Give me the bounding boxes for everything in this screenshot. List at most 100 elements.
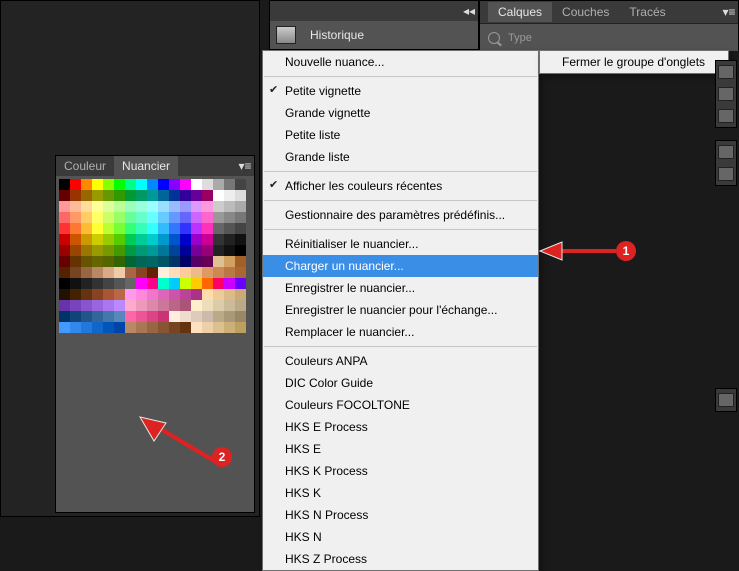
swatch-cell[interactable] xyxy=(103,289,114,300)
swatch-cell[interactable] xyxy=(59,311,70,322)
swatch-cell[interactable] xyxy=(202,201,213,212)
swatch-cell[interactable] xyxy=(114,311,125,322)
menu-replace-swatches[interactable]: Remplacer le nuancier... xyxy=(263,321,538,343)
swatch-cell[interactable] xyxy=(81,234,92,245)
swatch-cell[interactable] xyxy=(103,190,114,201)
swatch-cell[interactable] xyxy=(224,322,235,333)
swatch-cell[interactable] xyxy=(81,322,92,333)
swatch-cell[interactable] xyxy=(180,256,191,267)
swatch-cell[interactable] xyxy=(169,322,180,333)
menu-list-small[interactable]: Petite liste xyxy=(263,124,538,146)
swatch-cell[interactable] xyxy=(59,278,70,289)
swatch-cell[interactable] xyxy=(81,201,92,212)
swatch-cell[interactable] xyxy=(235,267,246,278)
swatch-cell[interactable] xyxy=(59,289,70,300)
swatch-cell[interactable] xyxy=(235,278,246,289)
swatch-cell[interactable] xyxy=(224,278,235,289)
menu-load-swatches[interactable]: Charger un nuancier... xyxy=(263,255,538,277)
swatch-cell[interactable] xyxy=(136,322,147,333)
swatch-cell[interactable] xyxy=(202,289,213,300)
swatch-cell[interactable] xyxy=(147,234,158,245)
swatch-cell[interactable] xyxy=(59,223,70,234)
swatch-cell[interactable] xyxy=(147,201,158,212)
swatch-cell[interactable] xyxy=(224,212,235,223)
swatch-cell[interactable] xyxy=(103,278,114,289)
swatch-cell[interactable] xyxy=(213,322,224,333)
swatch-cell[interactable] xyxy=(202,212,213,223)
swatch-cell[interactable] xyxy=(92,190,103,201)
swatch-cell[interactable] xyxy=(59,190,70,201)
swatch-cell[interactable] xyxy=(191,311,202,322)
swatch-cell[interactable] xyxy=(136,190,147,201)
swatch-cell[interactable] xyxy=(180,234,191,245)
swatch-cell[interactable] xyxy=(70,234,81,245)
swatch-cell[interactable] xyxy=(136,300,147,311)
menu-preset-9[interactable]: HKS Z Process xyxy=(263,548,538,570)
swatch-cell[interactable] xyxy=(147,278,158,289)
swatch-cell[interactable] xyxy=(59,322,70,333)
tab-calques[interactable]: Calques xyxy=(488,2,552,22)
swatch-cell[interactable] xyxy=(180,300,191,311)
swatch-cell[interactable] xyxy=(235,289,246,300)
swatch-cell[interactable] xyxy=(125,245,136,256)
swatch-cell[interactable] xyxy=(125,267,136,278)
swatch-cell[interactable] xyxy=(191,201,202,212)
swatch-cell[interactable] xyxy=(191,278,202,289)
swatch-cell[interactable] xyxy=(169,278,180,289)
menu-preset-3[interactable]: HKS E Process xyxy=(263,416,538,438)
swatch-cell[interactable] xyxy=(224,311,235,322)
swatch-cell[interactable] xyxy=(202,300,213,311)
swatch-cell[interactable] xyxy=(70,256,81,267)
swatch-cell[interactable] xyxy=(180,212,191,223)
swatch-cell[interactable] xyxy=(213,300,224,311)
swatch-cell[interactable] xyxy=(92,278,103,289)
swatch-cell[interactable] xyxy=(136,311,147,322)
swatch-cell[interactable] xyxy=(136,179,147,190)
swatch-cell[interactable] xyxy=(59,267,70,278)
swatch-cell[interactable] xyxy=(70,179,81,190)
swatch-cell[interactable] xyxy=(213,201,224,212)
swatch-cell[interactable] xyxy=(114,289,125,300)
swatch-cell[interactable] xyxy=(224,179,235,190)
swatch-cell[interactable] xyxy=(213,190,224,201)
swatch-cell[interactable] xyxy=(103,212,114,223)
swatch-cell[interactable] xyxy=(235,201,246,212)
swatch-cell[interactable] xyxy=(235,311,246,322)
swatch-cell[interactable] xyxy=(147,256,158,267)
swatch-cell[interactable] xyxy=(114,201,125,212)
swatch-cell[interactable] xyxy=(169,289,180,300)
tab-couleur[interactable]: Couleur xyxy=(56,156,114,176)
swatch-cell[interactable] xyxy=(114,234,125,245)
swatch-cell[interactable] xyxy=(103,234,114,245)
swatch-cell[interactable] xyxy=(70,190,81,201)
swatch-cell[interactable] xyxy=(81,289,92,300)
swatch-cell[interactable] xyxy=(224,267,235,278)
tab-nuancier[interactable]: Nuancier xyxy=(114,156,178,176)
swatch-cell[interactable] xyxy=(213,278,224,289)
swatch-cell[interactable] xyxy=(59,179,70,190)
swatch-cell[interactable] xyxy=(169,245,180,256)
swatch-cell[interactable] xyxy=(136,256,147,267)
swatch-cell[interactable] xyxy=(114,212,125,223)
swatch-cell[interactable] xyxy=(125,289,136,300)
swatch-cell[interactable] xyxy=(103,322,114,333)
swatch-cell[interactable] xyxy=(92,300,103,311)
swatch-cell[interactable] xyxy=(147,179,158,190)
swatch-cell[interactable] xyxy=(70,300,81,311)
swatch-cell[interactable] xyxy=(103,300,114,311)
swatch-cell[interactable] xyxy=(147,212,158,223)
swatch-cell[interactable] xyxy=(103,245,114,256)
swatch-cell[interactable] xyxy=(136,201,147,212)
layer-filter-kind[interactable]: Type xyxy=(508,32,532,44)
swatch-cell[interactable] xyxy=(81,278,92,289)
swatch-cell[interactable] xyxy=(70,245,81,256)
swatch-cell[interactable] xyxy=(147,311,158,322)
swatch-cell[interactable] xyxy=(114,267,125,278)
swatch-cell[interactable] xyxy=(125,223,136,234)
swatch-cell[interactable] xyxy=(81,256,92,267)
swatch-cell[interactable] xyxy=(169,212,180,223)
swatch-cell[interactable] xyxy=(158,223,169,234)
swatch-cell[interactable] xyxy=(180,289,191,300)
swatch-cell[interactable] xyxy=(70,289,81,300)
swatch-cell[interactable] xyxy=(224,223,235,234)
